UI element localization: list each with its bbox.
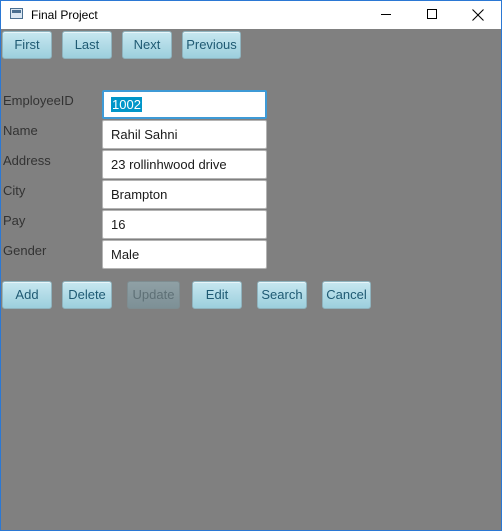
last-button[interactable]: Last — [62, 31, 112, 59]
name-label: Name — [3, 123, 38, 138]
address-label: Address — [3, 153, 51, 168]
add-button[interactable]: Add — [2, 281, 52, 309]
employee-id-field[interactable]: 1002 — [102, 90, 267, 119]
first-button[interactable]: First — [2, 31, 52, 59]
edit-button[interactable]: Edit — [192, 281, 242, 309]
delete-button[interactable]: Delete — [62, 281, 112, 309]
window-title: Final Project — [31, 8, 98, 22]
app-window-icon — [10, 8, 23, 19]
gender-label: Gender — [3, 243, 47, 258]
maximize-icon — [427, 9, 437, 19]
search-button[interactable]: Search — [257, 281, 307, 309]
close-icon — [472, 9, 484, 21]
city-field[interactable]: Brampton — [102, 180, 267, 209]
minimize-button[interactable] — [363, 1, 409, 29]
name-field[interactable]: Rahil Sahni — [102, 120, 267, 149]
app-window: Final Project First Last Next Previous E… — [0, 0, 502, 531]
gender-field[interactable]: Male — [102, 240, 267, 269]
city-label: City — [3, 183, 26, 198]
title-bar[interactable]: Final Project — [1, 1, 501, 29]
address-field[interactable]: 23 rollinhwood drive — [102, 150, 267, 179]
minimize-icon — [381, 14, 391, 15]
maximize-button[interactable] — [409, 1, 455, 29]
employee-id-label: EmployeeID — [3, 93, 74, 108]
previous-button[interactable]: Previous — [182, 31, 241, 59]
employee-id-value: 1002 — [111, 97, 142, 112]
pay-field[interactable]: 16 — [102, 210, 267, 239]
close-button[interactable] — [455, 1, 501, 29]
update-button[interactable]: Update — [127, 281, 180, 309]
next-button[interactable]: Next — [122, 31, 172, 59]
pay-label: Pay — [3, 213, 26, 228]
cancel-button[interactable]: Cancel — [322, 281, 371, 309]
